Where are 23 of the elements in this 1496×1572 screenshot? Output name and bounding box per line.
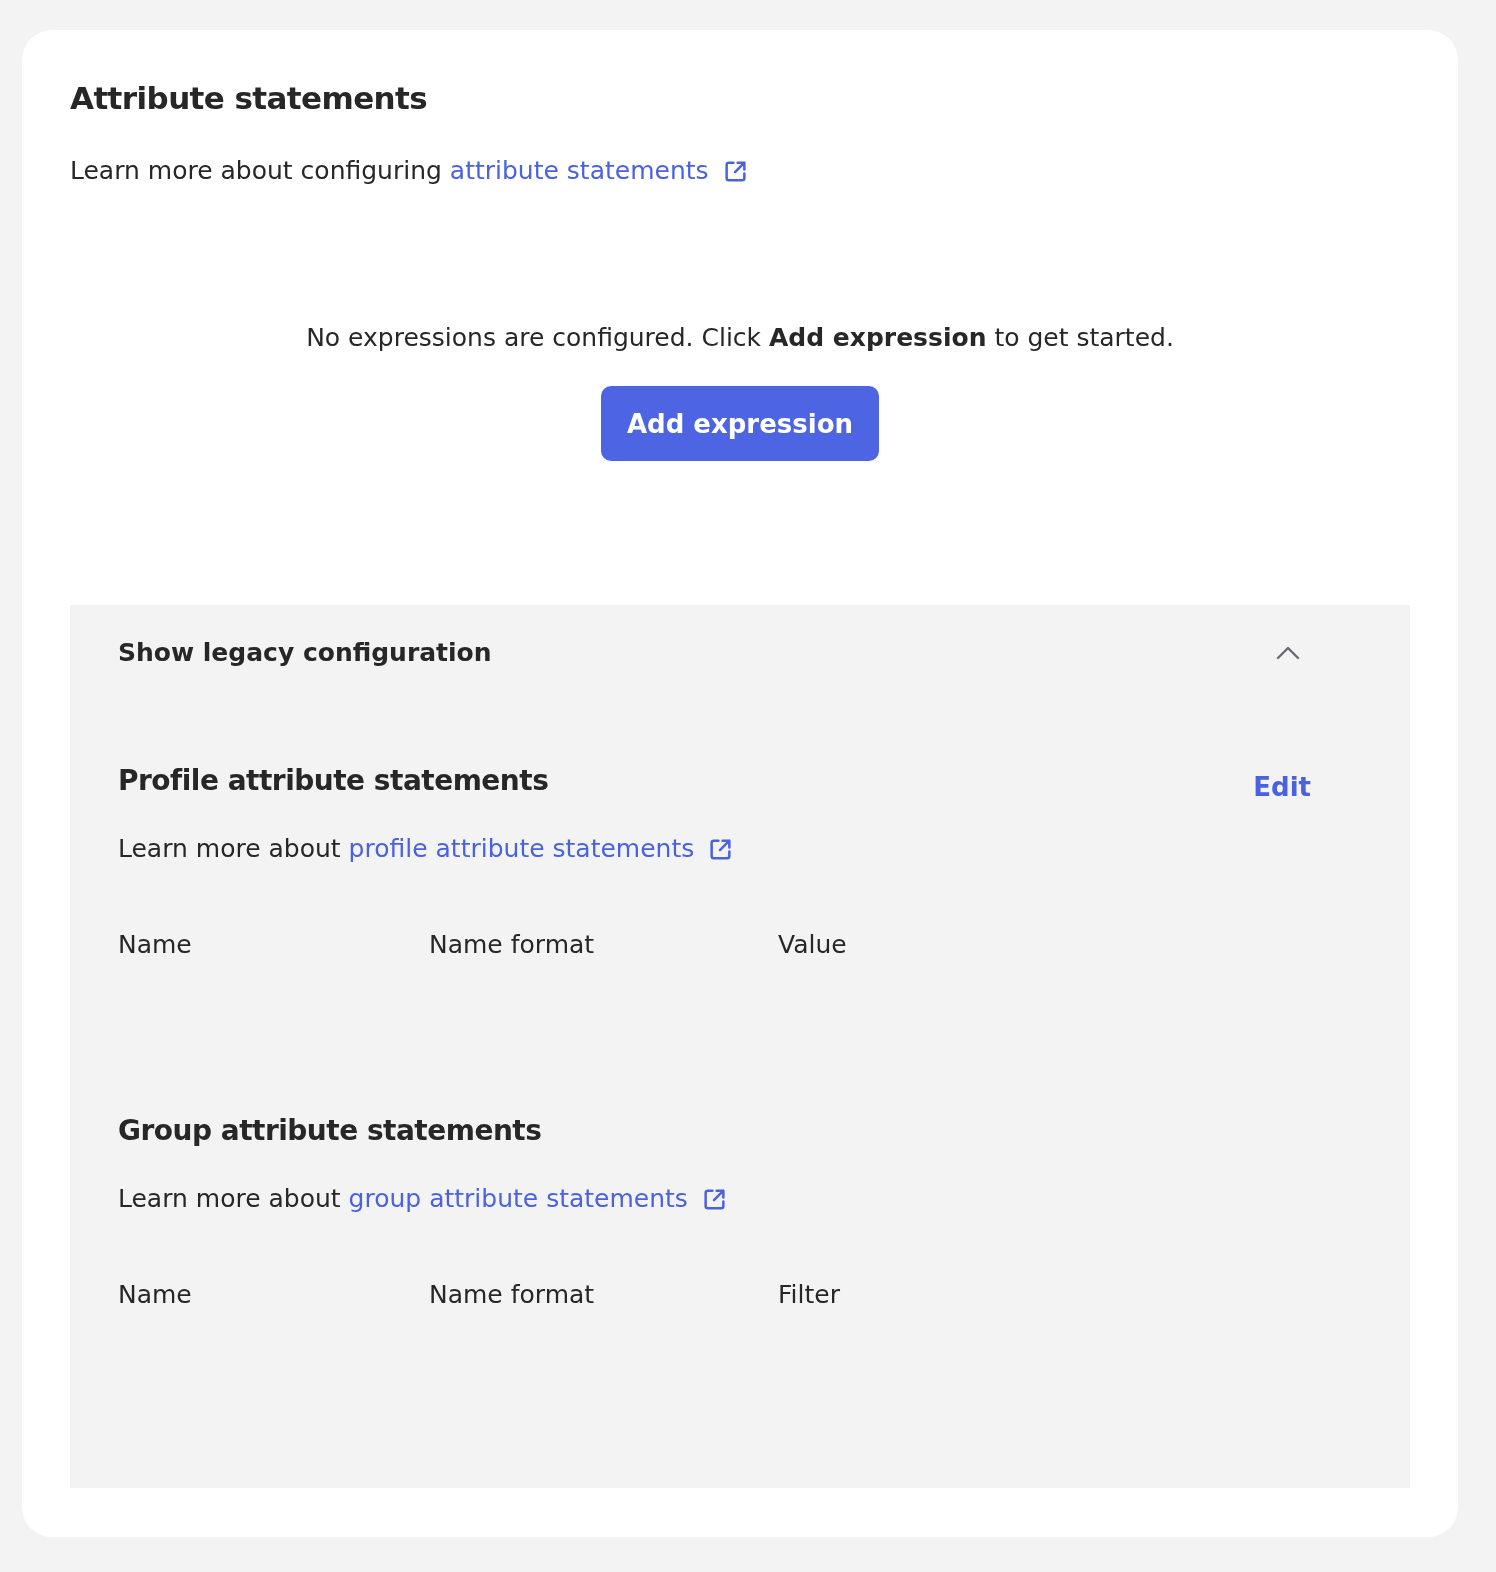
doc-link[interactable]: group attribute statements (348, 1181, 727, 1217)
column-header: Name format (429, 929, 595, 961)
legacy-config-toggle[interactable]: Show legacy configuration (118, 605, 1362, 701)
description-text: Learn more about profile attribute statements (118, 831, 734, 867)
chevron-up-icon (1276, 646, 1300, 660)
doc-link[interactable]: profile attribute statements (348, 831, 734, 867)
column-header: Name (118, 1279, 192, 1311)
column-header: Name format (429, 1279, 595, 1311)
section-title: Attribute statements (70, 79, 428, 118)
external-link-icon (708, 836, 734, 862)
doc-link[interactable]: attribute statements (449, 153, 748, 189)
column-header: Value (778, 929, 847, 961)
empty-state-message: No expressions are configured. Click Add expression to get started. (306, 322, 1174, 354)
add-expression-button[interactable]: Add expression (600, 386, 880, 461)
edit-button[interactable]: Edit (1253, 769, 1311, 805)
column-header: Filter (778, 1279, 840, 1311)
group-title: Group attribute statements (118, 1113, 542, 1149)
external-link-icon (722, 158, 748, 184)
description-text: Learn more about group attribute statements (118, 1181, 727, 1217)
group-title: Profile attribute statements (118, 763, 549, 799)
external-link-icon (701, 1186, 727, 1212)
column-header: Name (118, 929, 192, 961)
description-text: Learn more about configuring attribute statements (70, 153, 748, 189)
